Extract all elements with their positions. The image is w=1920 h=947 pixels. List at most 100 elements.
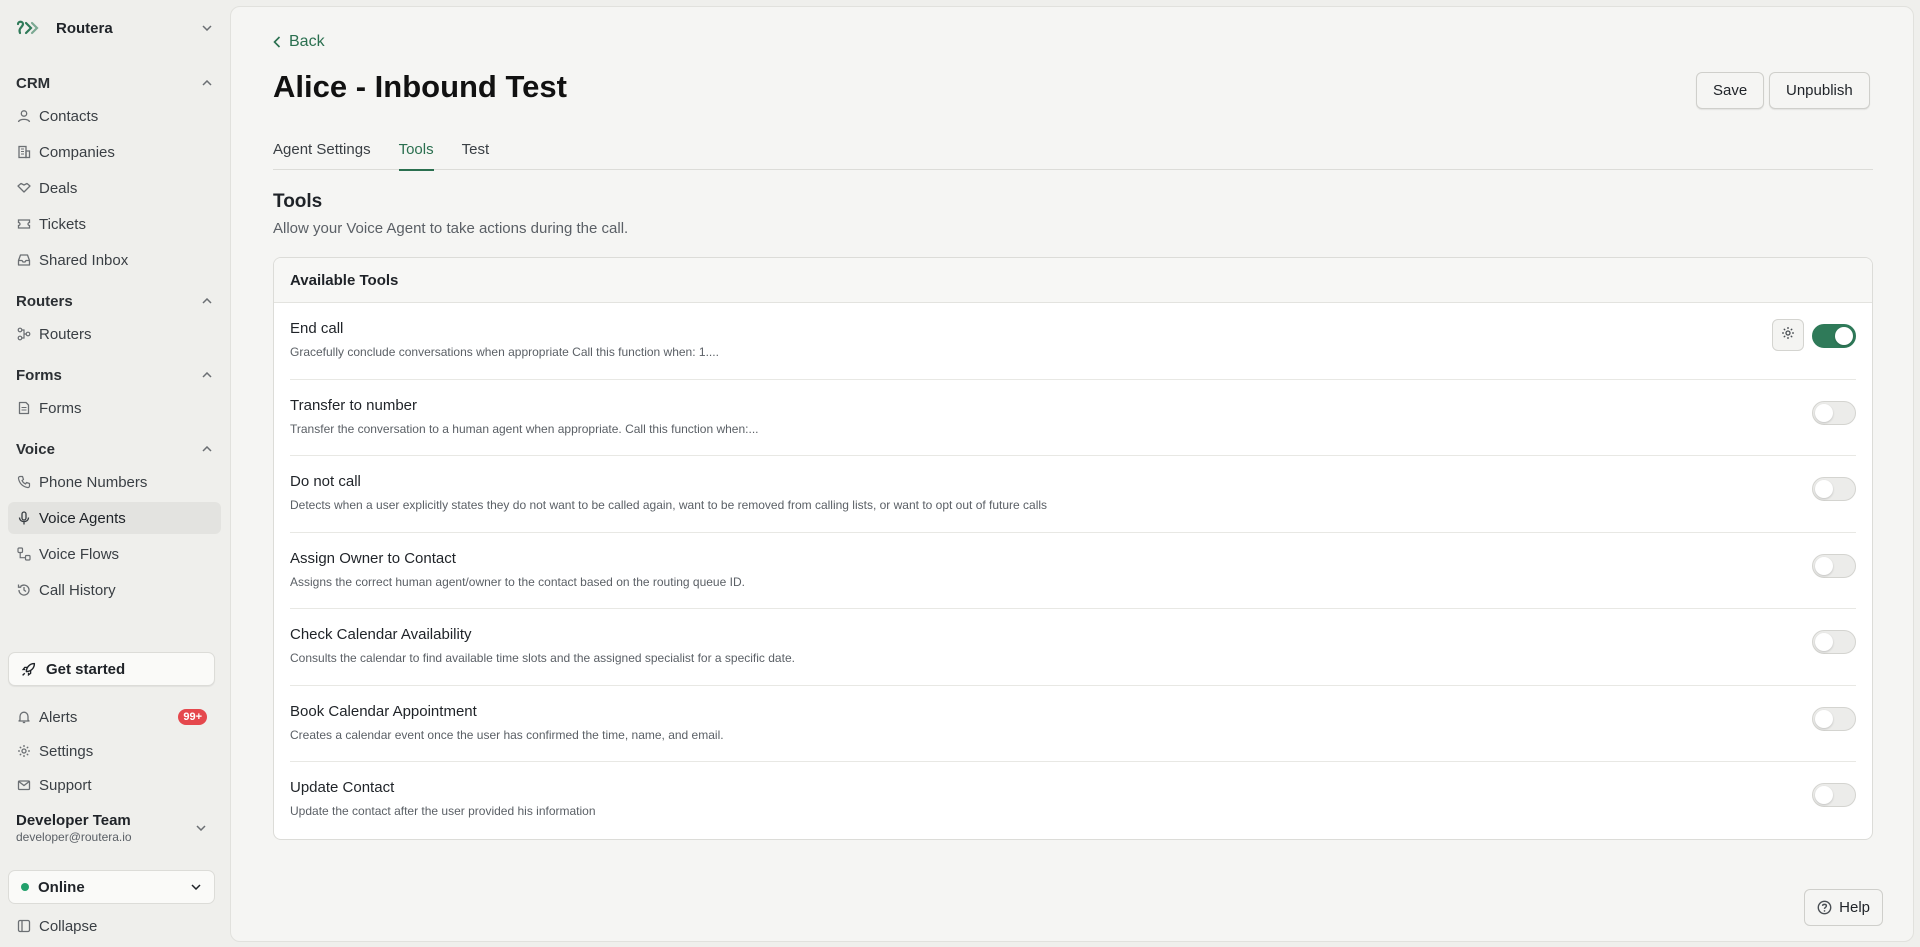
available-tools-header: Available Tools [274,258,1872,303]
alerts-count-badge: 99+ [178,709,207,725]
settings-label: Settings [39,742,94,760]
sidebar-item-label: Deals [39,179,78,197]
tab-agent-settings[interactable]: Agent Settings [273,133,371,170]
inbox-icon [16,252,32,268]
sidebar-item-alerts[interactable]: Alerts 99+ [8,703,215,731]
sidebar-item-companies[interactable]: Companies [8,136,221,168]
collapse-sidebar-button[interactable]: Collapse [8,912,215,940]
section-routers[interactable]: Routers [8,288,221,314]
chevron-up-icon [201,77,213,89]
sidebar-item-label: Companies [39,143,115,161]
team-info: Developer Team developer@routera.io [16,812,195,844]
save-button[interactable]: Save [1696,72,1765,109]
tool-name: Check Calendar Availability [290,626,472,643]
toggle-knob [1835,327,1853,345]
tool-row-update-contact: Update Contact Update the contact after … [290,762,1856,839]
agent-tabs: Agent Settings Tools Test [273,133,1873,171]
sidebar-item-settings[interactable]: Settings [8,737,215,765]
router-icon [16,326,32,342]
section-crm[interactable]: CRM [8,70,221,96]
tool-name: Book Calendar Appointment [290,702,477,720]
get-started-button[interactable]: Get started [8,652,215,686]
sidebar: Routera CRM Contacts Companies Deals Tic… [0,0,229,947]
toggle-knob [1815,403,1833,422]
back-label: Back [289,33,325,50]
chevron-left-icon [273,36,281,48]
tool-description: Detects when a user explicitly states th… [290,498,1048,512]
sidebar-item-tickets[interactable]: Tickets [8,208,221,240]
collapse-label: Collapse [39,917,98,935]
section-forms[interactable]: Forms [8,362,221,388]
flow-icon [16,546,32,562]
tool-name: Do not call [290,473,361,490]
unpublish-button[interactable]: Unpublish [1769,72,1870,109]
sidebar-item-label: Forms [39,399,82,417]
tool-toggle[interactable] [1812,706,1856,731]
tool-toggle[interactable] [1812,324,1856,348]
status-label: Online [38,878,85,896]
history-icon [16,582,32,598]
sidebar-item-phone-numbers[interactable]: Phone Numbers [8,466,221,498]
tool-toggle[interactable] [1812,400,1856,425]
support-label: Support [39,776,92,794]
sidebar-item-voice-flows[interactable]: Voice Flows [8,538,221,570]
tool-toggle[interactable] [1812,783,1856,807]
section-crm-label: CRM [16,74,51,92]
sidebar-item-label: Routers [39,325,92,343]
get-started-label: Get started [46,660,126,678]
gear-icon [1781,326,1795,344]
help-button[interactable]: Help [1804,889,1883,926]
chevron-up-icon [201,369,213,381]
back-link[interactable]: Back [273,33,325,51]
tool-name: Assign Owner to Contact [290,549,456,567]
tool-settings-button[interactable] [1772,319,1804,351]
sidebar-item-label: Phone Numbers [39,473,148,491]
handshake-icon [16,180,32,196]
mail-icon [16,777,32,793]
phone-icon [16,474,32,490]
sidebar-item-voice-agents[interactable]: Voice Agents [8,502,221,534]
microphone-icon [16,510,32,526]
workspace-switcher[interactable]: Routera [8,0,221,56]
tool-description: Update the contact after the user provid… [290,804,596,818]
tools-section-description: Allow your Voice Agent to take actions d… [273,220,629,237]
tab-test[interactable]: Test [462,133,490,170]
tool-name: Update Contact [290,779,395,796]
bell-icon [16,709,32,725]
tab-tools[interactable]: Tools [398,133,434,171]
user-icon [16,108,32,124]
section-voice-label: Voice [16,440,55,458]
section-forms-label: Forms [16,366,62,384]
tool-name: End call [290,320,344,337]
sidebar-item-label: Call History [39,581,116,599]
tool-name: Transfer to number [290,396,417,414]
sidebar-item-routers[interactable]: Routers [8,318,221,350]
tool-row-do-not-call: Do not call Detects when a user explicit… [290,456,1856,533]
help-label: Help [1839,899,1870,916]
chevron-up-icon [201,295,213,307]
team-name: Developer Team [16,812,131,829]
tool-toggle[interactable] [1812,553,1856,578]
sidebar-item-support[interactable]: Support [8,771,215,799]
tool-toggle[interactable] [1812,630,1856,654]
sidebar-item-call-history[interactable]: Call History [8,574,221,606]
main-panel: Back Alice - Inbound Test Save Unpublish… [230,6,1914,942]
available-tools-card: Available Tools End call Gracefully conc… [273,257,1873,840]
alerts-label: Alerts [39,708,78,726]
chevron-up-icon [201,443,213,455]
sidebar-item-forms[interactable]: Forms [8,392,221,424]
online-status-select[interactable]: Online [8,870,215,904]
tool-toggle[interactable] [1812,477,1856,501]
document-icon [16,400,32,416]
team-switcher[interactable]: Developer Team developer@routera.io [8,808,215,848]
ticket-icon [16,216,32,232]
sidebar-item-shared-inbox[interactable]: Shared Inbox [8,244,221,276]
tool-description: Transfer the conversation to a human age… [290,421,759,436]
sidebar-item-label: Tickets [39,215,86,233]
sidebar-item-contacts[interactable]: Contacts [8,100,221,132]
tool-description: Gracefully conclude conversations when a… [290,345,719,359]
section-voice[interactable]: Voice [8,436,221,462]
toggle-knob [1815,786,1833,804]
section-routers-label: Routers [16,292,73,310]
sidebar-item-deals[interactable]: Deals [8,172,221,204]
